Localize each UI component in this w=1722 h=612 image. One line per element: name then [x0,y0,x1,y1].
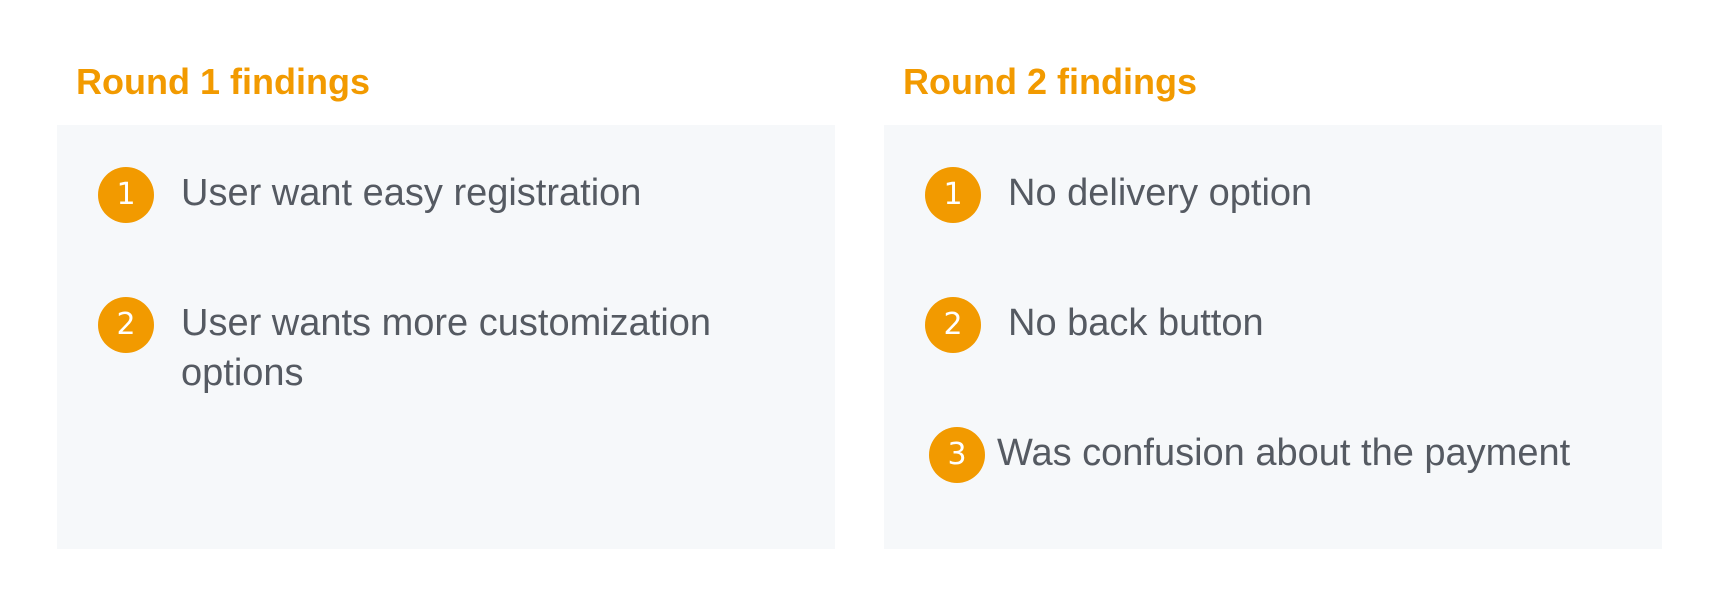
round-1-heading: Round 1 findings [76,61,370,102]
finding-item: 1 No delivery option [925,167,1648,223]
finding-item: 3 Was confusion about the payment [929,427,1637,483]
number-badge: 3 [929,427,985,483]
finding-text: User want easy registration [181,172,642,214]
number-badge: 1 [925,167,981,223]
round-2-findings-panel: 1 No delivery option 2 No back button 3 … [884,125,1662,549]
round-1-findings-panel: 1 User want easy registration 2 User wan… [57,125,835,549]
finding-item: 2 No back button [925,297,1648,353]
finding-text: No delivery option [1008,172,1313,214]
finding-item: 1 User want easy registration [98,167,791,223]
round-2-heading: Round 2 findings [903,61,1197,102]
number-badge: 2 [925,297,981,353]
finding-text: No back button [1008,302,1264,344]
finding-text: User wants more customization options [181,302,712,394]
finding-item: 2 User wants more customization options [98,297,791,398]
number-badge: 2 [98,297,154,353]
number-badge: 1 [98,167,154,223]
finding-text: Was confusion about the payment [997,432,1571,474]
